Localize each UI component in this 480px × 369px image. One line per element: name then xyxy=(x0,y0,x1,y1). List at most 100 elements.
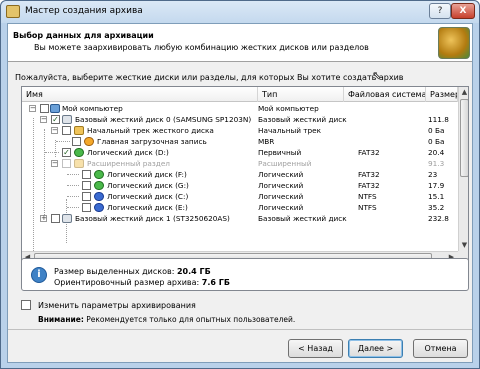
tree-row-disk-d[interactable]: ✓ Логический диск (D:) Первичный FAT32 2… xyxy=(22,147,458,158)
tree-line xyxy=(67,185,79,186)
row-type: Начальный трек xyxy=(258,126,322,135)
tree-row-initial-track[interactable]: − Начальный трек жесткого диска Начальны… xyxy=(22,125,458,136)
selected-size-line: Размер выделенных дисков: 20.4 ГБ xyxy=(54,267,211,276)
vertical-scrollbar[interactable]: ▲ ▼ xyxy=(458,87,468,251)
archive-size-value: 7.6 ГБ xyxy=(201,278,230,287)
row-size: 17.9 xyxy=(428,181,445,190)
instruction-text: Пожалуйста, выберите жесткие диски или р… xyxy=(15,73,404,82)
mouse-cursor-icon: ⇖ xyxy=(372,69,382,82)
row-size: 15.1 xyxy=(428,192,445,201)
column-type[interactable]: Тип xyxy=(258,87,344,102)
row-name: Логический диск (E:) xyxy=(107,203,188,212)
tree-row-disk-g[interactable]: Логический диск (G:) Логический FAT32 17… xyxy=(22,180,458,191)
cancel-button[interactable]: Отмена xyxy=(413,339,468,358)
warning-message: Рекомендуется только для опытных пользов… xyxy=(86,315,296,324)
scroll-down-arrow-icon[interactable]: ▼ xyxy=(459,240,468,251)
tree-row-my-computer[interactable]: − Мой компьютер Мой компьютер xyxy=(22,103,458,114)
column-header: Имя Тип Файловая система Размер xyxy=(22,87,458,102)
row-type: MBR xyxy=(258,137,275,146)
row-size: 35.2 xyxy=(428,203,445,212)
page-title: Выбор данных для архивации xyxy=(13,31,154,40)
tree-line xyxy=(67,174,79,175)
row-checkbox[interactable] xyxy=(62,126,71,135)
row-checkbox xyxy=(62,159,71,168)
row-name: Расширенный раздел xyxy=(87,159,170,168)
row-type: Мой компьютер xyxy=(258,104,319,113)
back-button[interactable]: < Назад xyxy=(288,339,343,358)
tree-row-disk-1[interactable]: + Базовый жесткий диск 1 (ST3250620AS) Б… xyxy=(22,213,458,224)
blue-partition-icon xyxy=(94,192,104,201)
row-checkbox[interactable]: ✓ xyxy=(62,148,71,157)
disk-tree-grid[interactable]: Имя Тип Файловая система Размер − Мой ко… xyxy=(21,86,469,263)
row-name: Логический диск (F:) xyxy=(107,170,187,179)
row-size: 0 Ба xyxy=(428,126,445,135)
row-name: Логический диск (D:) xyxy=(87,148,169,157)
wizard-window: Мастер создания архива ? X Выбор данных … xyxy=(0,0,480,369)
row-filesystem: NTFS xyxy=(358,203,377,212)
row-type: Базовый жесткий диск xyxy=(258,214,347,223)
tree-row-mbr[interactable]: Главная загрузочная запись MBR 0 Ба xyxy=(22,136,458,147)
row-checkbox[interactable] xyxy=(82,170,91,179)
page-subtitle: Вы можете заархивировать любую комбинаци… xyxy=(34,43,369,52)
folder-icon xyxy=(74,159,84,168)
row-checkbox[interactable] xyxy=(82,192,91,201)
tree-row-extended-partition[interactable]: − Расширенный раздел Расширенный 91.3 xyxy=(22,158,458,169)
green-partition-icon xyxy=(94,170,104,179)
close-button[interactable]: X xyxy=(451,3,475,19)
wizard-header: Выбор данных для архивации Вы можете заа… xyxy=(8,24,472,62)
row-type: Базовый жесткий диск xyxy=(258,115,347,124)
archive-logo-icon xyxy=(438,27,470,59)
row-checkbox[interactable] xyxy=(40,104,49,113)
tree-line xyxy=(45,152,59,153)
warning-text: Внимание: Рекомендуется только для опытн… xyxy=(38,315,295,324)
row-type: Логический xyxy=(258,203,304,212)
tree-row-disk-e[interactable]: Логический диск (E:) Логический NTFS 35.… xyxy=(22,202,458,213)
row-name: Логический диск (G:) xyxy=(107,181,189,190)
footer-separator xyxy=(8,329,472,330)
vertical-scroll-thumb[interactable] xyxy=(460,99,468,177)
expand-toggle[interactable]: − xyxy=(40,116,47,123)
row-type: Расширенный xyxy=(258,159,312,168)
column-filesystem[interactable]: Файловая система xyxy=(344,87,426,102)
row-checkbox[interactable] xyxy=(82,203,91,212)
tree-line xyxy=(67,207,79,208)
row-size: 111.8 xyxy=(428,115,449,124)
help-button[interactable]: ? xyxy=(429,3,451,19)
row-filesystem: FAT32 xyxy=(358,170,380,179)
warning-label: Внимание: xyxy=(38,315,84,324)
column-size[interactable]: Размер xyxy=(426,87,458,102)
change-options-checkbox[interactable] xyxy=(21,300,31,310)
title-bar: Мастер создания архива ? X xyxy=(1,1,479,23)
row-name: Базовый жесткий диск 0 (SAMSUNG SP1203N) xyxy=(75,115,252,124)
selected-size-label: Размер выделенных дисков: xyxy=(54,267,175,276)
column-name[interactable]: Имя xyxy=(22,87,258,102)
row-name: Базовый жесткий диск 1 (ST3250620AS) xyxy=(75,214,230,223)
row-size: 23 xyxy=(428,170,438,179)
row-checkbox[interactable] xyxy=(72,137,81,146)
row-size: 91.3 xyxy=(428,159,445,168)
next-button[interactable]: Далее > xyxy=(348,339,403,358)
row-filesystem: FAT32 xyxy=(358,181,380,190)
tree-row-disk-0[interactable]: − ✓ Базовый жесткий диск 0 (SAMSUNG SP12… xyxy=(22,114,458,125)
change-options-label[interactable]: Изменить параметры архивирования xyxy=(38,301,196,310)
row-type: Логический xyxy=(258,192,304,201)
row-type: Логический xyxy=(258,181,304,190)
scroll-up-arrow-icon[interactable]: ▲ xyxy=(459,87,468,98)
row-checkbox[interactable] xyxy=(82,181,91,190)
computer-icon xyxy=(50,104,60,113)
expand-toggle[interactable]: − xyxy=(29,105,36,112)
tree-row-disk-f[interactable]: Логический диск (F:) Логический FAT32 23 xyxy=(22,169,458,180)
row-checkbox[interactable]: ✓ xyxy=(51,115,60,124)
row-name: Главная загрузочная запись xyxy=(97,137,207,146)
hard-disk-icon xyxy=(62,115,72,124)
tree-row-disk-c[interactable]: Логический диск (C:) Логический NTFS 15.… xyxy=(22,191,458,202)
expand-toggle[interactable]: − xyxy=(51,160,58,167)
hard-disk-icon xyxy=(62,214,72,223)
expand-toggle[interactable]: − xyxy=(51,127,58,134)
expand-toggle[interactable]: + xyxy=(40,215,47,222)
green-partition-icon xyxy=(94,181,104,190)
archive-size-line: Ориентировочный размер архива: 7.6 ГБ xyxy=(54,278,230,287)
row-size: 0 Ба xyxy=(428,137,445,146)
row-checkbox[interactable] xyxy=(51,214,60,223)
row-size: 232.8 xyxy=(428,214,449,223)
